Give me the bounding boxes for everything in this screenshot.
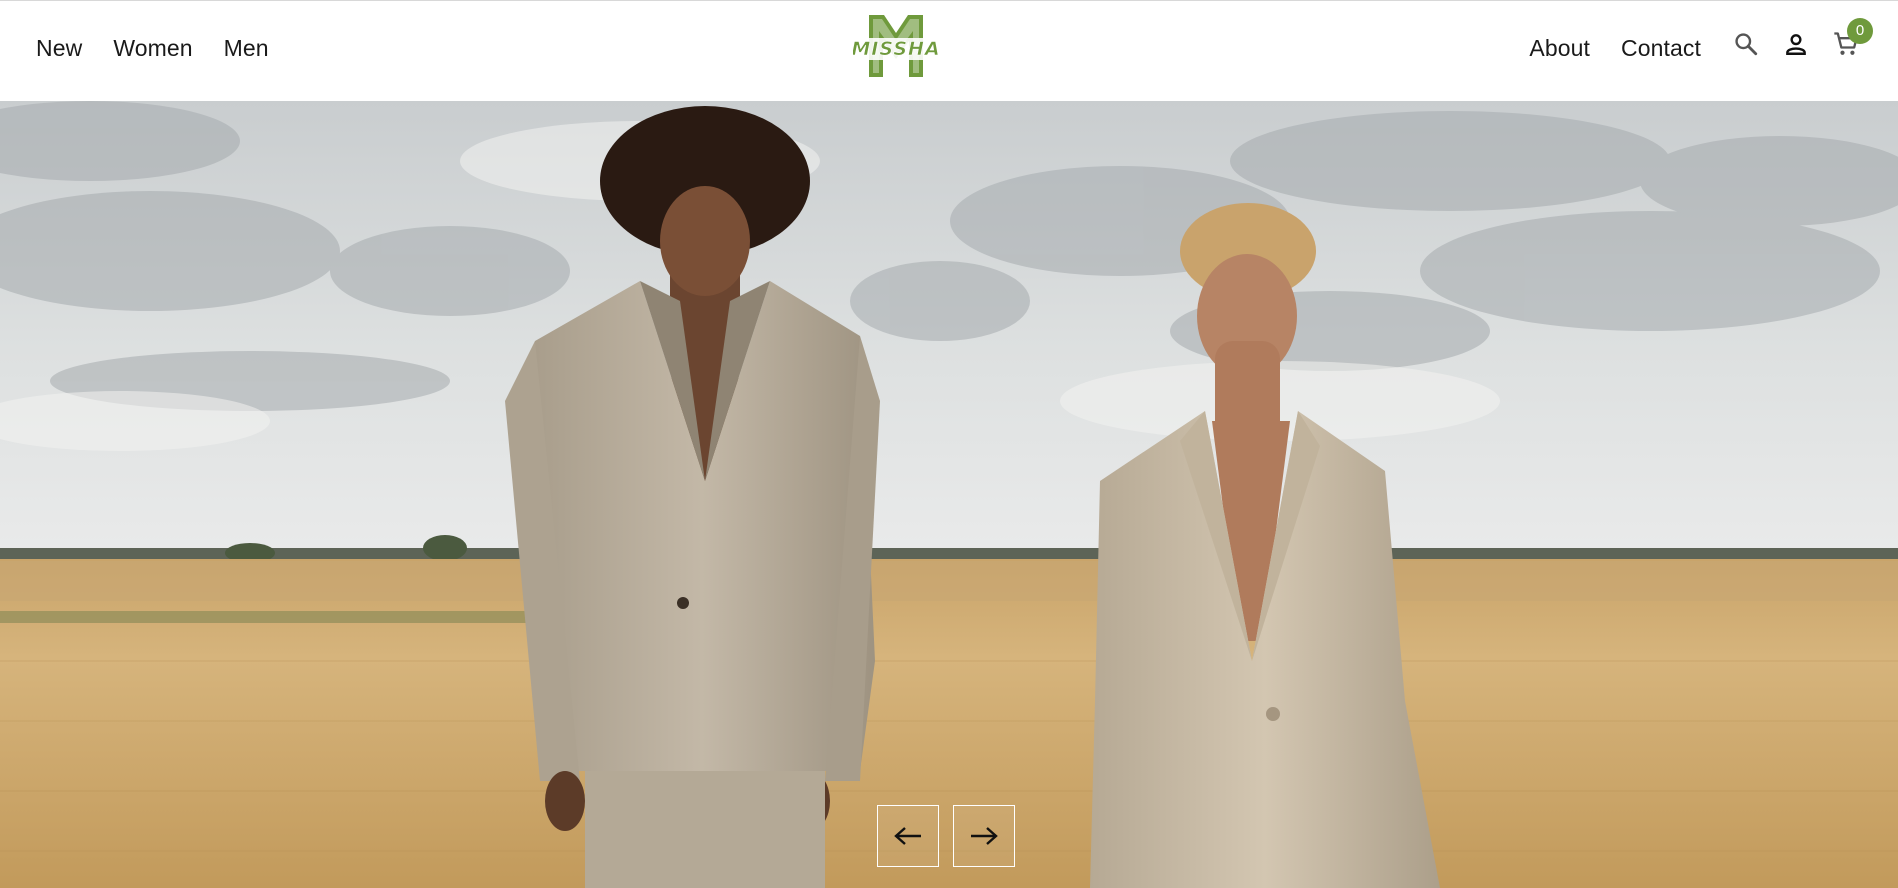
slider-prev-button[interactable]	[877, 805, 939, 867]
logo-mark-icon: MISSHA	[851, 15, 940, 77]
nav-link-women[interactable]: Women	[113, 34, 192, 62]
site-header: New Women Men MISSHA About Contact 0	[0, 0, 1898, 100]
nav-link-about[interactable]: About	[1529, 34, 1590, 62]
user-icon	[1786, 34, 1806, 55]
slider-next-button[interactable]	[953, 805, 1015, 867]
hero-banner	[0, 101, 1898, 888]
nav-link-contact[interactable]: Contact	[1621, 34, 1701, 62]
account-button[interactable]	[1781, 29, 1811, 59]
nav-link-men[interactable]: Men	[224, 34, 269, 62]
arrow-right-icon	[971, 827, 998, 845]
slider-controls	[877, 805, 1015, 867]
logo-wordmark: MISSHA	[853, 38, 939, 60]
header-icons: 0	[1731, 18, 1873, 59]
search-button[interactable]	[1731, 29, 1761, 59]
cart-button[interactable]: 0	[1831, 18, 1873, 59]
nav-link-new[interactable]: New	[36, 34, 82, 62]
arrow-left-icon	[894, 827, 921, 845]
search-icon	[1735, 33, 1758, 56]
primary-nav: New Women Men	[36, 34, 269, 62]
hero-image	[0, 101, 1898, 888]
secondary-nav: About Contact	[1529, 34, 1701, 62]
cart-count-badge: 0	[1847, 18, 1873, 44]
page: New Women Men MISSHA About Contact 0	[0, 0, 1898, 888]
brand-logo[interactable]: MISSHA	[851, 13, 940, 79]
